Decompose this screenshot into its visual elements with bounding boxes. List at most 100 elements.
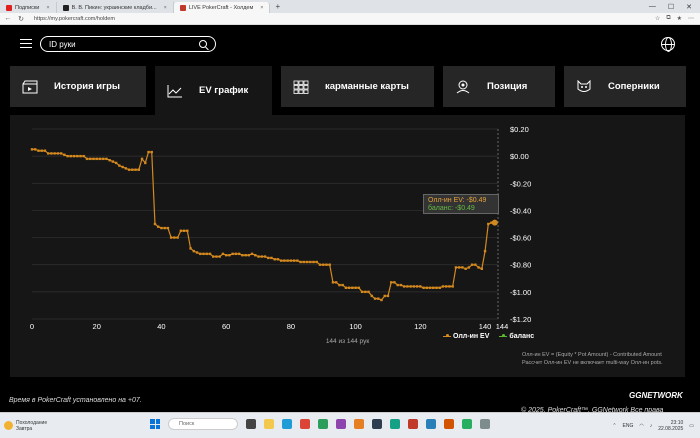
x-tick-label: 20 bbox=[93, 322, 101, 330]
data-point bbox=[380, 298, 383, 302]
y-tick-label: -$0.80 bbox=[510, 261, 531, 270]
notifications-icon[interactable]: ▭ bbox=[689, 423, 694, 429]
data-point bbox=[299, 260, 302, 264]
data-point bbox=[351, 286, 354, 289]
close-icon[interactable]: × bbox=[164, 5, 167, 11]
data-point bbox=[30, 148, 34, 151]
chevron-up-icon[interactable]: ⌃ bbox=[612, 423, 616, 429]
minimize-icon[interactable]: — bbox=[649, 3, 656, 11]
app-icon[interactable] bbox=[444, 419, 454, 429]
clapperboard-icon bbox=[22, 80, 38, 93]
data-point bbox=[318, 263, 322, 266]
youtube-icon bbox=[6, 4, 12, 11]
data-point bbox=[195, 251, 199, 254]
taskbar-search[interactable]: Поиск bbox=[168, 418, 238, 430]
volume-icon[interactable]: ♪ bbox=[650, 423, 653, 429]
data-point bbox=[224, 254, 228, 257]
weather-widget[interactable]: Похолодание Завтра bbox=[4, 420, 47, 432]
search-input[interactable] bbox=[49, 39, 199, 49]
browser-tab-article[interactable]: В. В. Пикин: украинские кладби... × bbox=[57, 2, 174, 13]
star-icon[interactable]: ☆ bbox=[655, 15, 660, 22]
windows-start-icon[interactable] bbox=[150, 419, 160, 429]
data-point bbox=[56, 152, 60, 155]
data-point bbox=[137, 168, 140, 171]
note-line: Рассчет Олл-ин EV не включает multi-way … bbox=[522, 360, 663, 366]
edge-icon[interactable] bbox=[282, 419, 292, 429]
tab-label: карманные карты bbox=[325, 81, 409, 92]
extensions-icon[interactable]: ⧉ bbox=[666, 15, 670, 22]
chrome-icon[interactable] bbox=[300, 419, 310, 429]
app-icon[interactable] bbox=[480, 419, 490, 429]
tab-game-history[interactable]: История игры bbox=[10, 66, 146, 107]
close-icon[interactable]: × bbox=[46, 5, 49, 11]
close-window-icon[interactable]: ✕ bbox=[686, 3, 692, 11]
ev-chart: $0.20 $0.00 -$0.20 -$0.40 -$0.60 -$0.80 -$1.00… bbox=[30, 125, 531, 330]
data-point bbox=[435, 286, 438, 289]
url-field[interactable]: https://my.pokercraft.com/holdem bbox=[34, 16, 115, 22]
browser-tab-label: Подписки bbox=[15, 4, 40, 11]
hand-search[interactable] bbox=[40, 36, 216, 52]
browser-tab-bar: Подписки × В. В. Пикин: украинские кладб… bbox=[0, 0, 700, 13]
data-point bbox=[286, 259, 289, 262]
app-icon[interactable] bbox=[462, 419, 472, 429]
reload-icon[interactable]: ↻ bbox=[16, 15, 26, 23]
y-tick-label: $0.00 bbox=[510, 152, 529, 161]
tab-opponents[interactable]: Соперники bbox=[564, 66, 686, 107]
tab-hole-cards[interactable]: карманные карты bbox=[281, 66, 434, 107]
data-point bbox=[247, 254, 251, 257]
tab-ev-graph[interactable]: EV график bbox=[155, 66, 272, 115]
data-point bbox=[425, 286, 429, 289]
wifi-icon[interactable]: ◠ bbox=[639, 423, 643, 429]
app-icon[interactable] bbox=[318, 419, 328, 429]
data-point bbox=[66, 154, 69, 158]
data-point bbox=[467, 266, 471, 269]
data-point bbox=[37, 149, 40, 152]
app-icon[interactable] bbox=[408, 419, 418, 429]
data-point bbox=[422, 286, 425, 289]
new-tab-button[interactable]: + bbox=[270, 2, 285, 11]
language-indicator[interactable]: ENG bbox=[623, 423, 634, 429]
data-point bbox=[276, 258, 280, 261]
y-tick-label: $0.20 bbox=[510, 125, 529, 134]
browser-tab-subscriptions[interactable]: Подписки × bbox=[0, 2, 57, 13]
data-point bbox=[157, 225, 160, 228]
data-point bbox=[474, 263, 477, 266]
app-icon[interactable] bbox=[372, 419, 382, 429]
header bbox=[0, 26, 700, 62]
app-icon[interactable] bbox=[336, 419, 346, 429]
data-point bbox=[445, 285, 448, 288]
y-tick-label: -$1.20 bbox=[510, 315, 531, 324]
data-point bbox=[69, 154, 73, 158]
x-tick-label: 40 bbox=[157, 322, 165, 330]
window-controls: — ☐ ✕ bbox=[649, 3, 700, 11]
data-point bbox=[279, 259, 283, 262]
data-point bbox=[292, 259, 296, 262]
app-icon[interactable] bbox=[390, 419, 400, 429]
search-icon[interactable] bbox=[199, 40, 207, 48]
back-icon[interactable]: ← bbox=[3, 15, 13, 22]
browser-tab-pokercraft[interactable]: LIVE PokerCraft - Холдем × bbox=[173, 2, 271, 13]
app-icon[interactable] bbox=[354, 419, 364, 429]
data-point bbox=[305, 260, 309, 264]
data-point bbox=[46, 152, 50, 155]
data-point bbox=[457, 266, 461, 269]
favorites-icon[interactable]: ★ bbox=[677, 15, 682, 22]
globe-icon[interactable] bbox=[661, 37, 675, 52]
data-point bbox=[72, 154, 76, 158]
explorer-icon[interactable] bbox=[264, 419, 274, 429]
data-point bbox=[101, 157, 105, 161]
data-point bbox=[483, 249, 487, 253]
more-icon[interactable]: ⋯ bbox=[688, 15, 694, 22]
tab-position[interactable]: Позиция bbox=[443, 66, 555, 107]
weather-sub: Завтра bbox=[16, 425, 33, 432]
data-point bbox=[406, 285, 409, 288]
app-icon[interactable] bbox=[426, 419, 436, 429]
data-point bbox=[354, 286, 357, 289]
data-point bbox=[357, 286, 361, 289]
task-view-icon[interactable] bbox=[246, 419, 256, 429]
data-point bbox=[315, 260, 318, 264]
close-icon[interactable]: × bbox=[260, 5, 263, 11]
menu-icon[interactable] bbox=[20, 39, 32, 48]
clock[interactable]: 23:10 22.08.2025 bbox=[658, 420, 683, 432]
maximize-icon[interactable]: ☐ bbox=[668, 3, 674, 11]
